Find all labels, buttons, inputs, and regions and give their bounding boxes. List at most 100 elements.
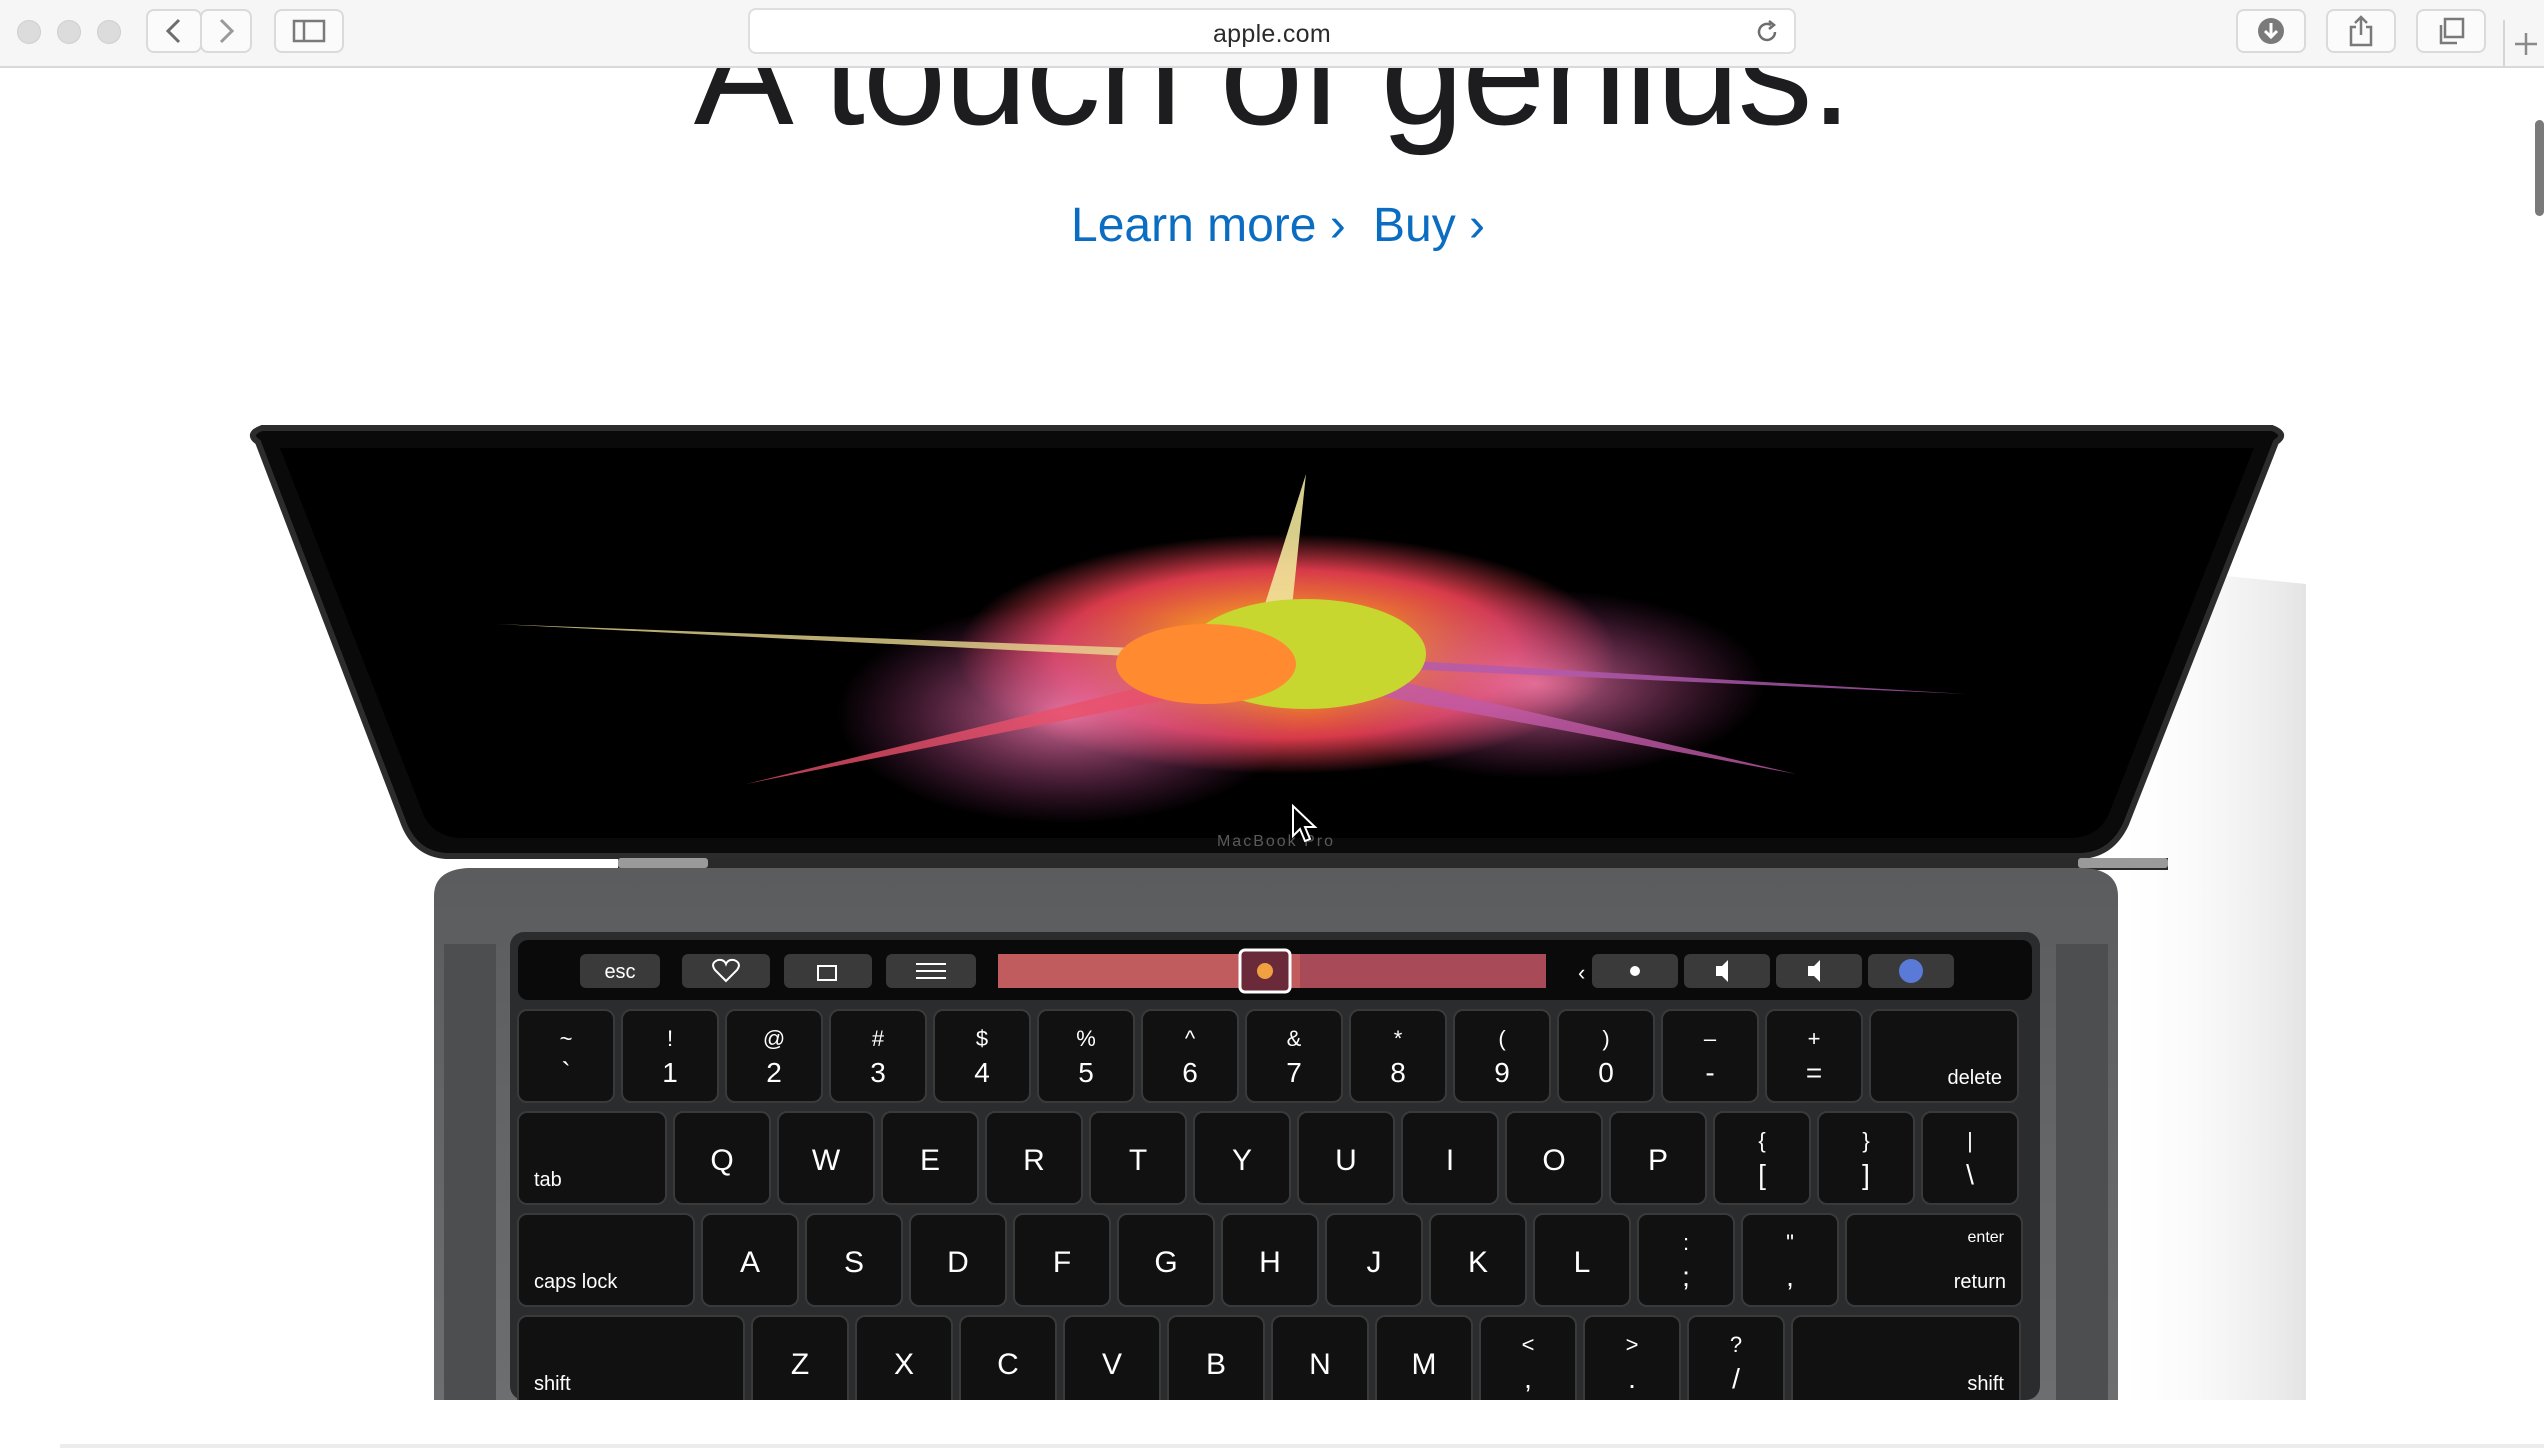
key-\[interactable]: |\ [1921, 1111, 2019, 1205]
page-scrollbar[interactable] [2535, 120, 2544, 216]
key-1[interactable]: !1 [621, 1009, 719, 1103]
key-label: J [1367, 1246, 1382, 1279]
key-label: L [1574, 1246, 1591, 1279]
key-o[interactable]: O [1505, 1111, 1603, 1205]
key-tab[interactable]: tab [517, 1111, 667, 1205]
key-label: 9 [1494, 1057, 1510, 1088]
zoom-window-button[interactable] [97, 20, 121, 44]
key-label: E [920, 1144, 940, 1177]
key-label: 4 [974, 1057, 990, 1088]
downloads-button[interactable] [2236, 9, 2306, 53]
learn-more-link[interactable]: Learn more › [1071, 198, 1346, 253]
key-[[interactable]: {[ [1713, 1111, 1811, 1205]
close-window-button[interactable] [17, 20, 41, 44]
key-g[interactable]: G [1117, 1213, 1215, 1307]
address-bar[interactable]: apple.com [748, 8, 1796, 54]
key-label: Y [1232, 1144, 1252, 1177]
key-d[interactable]: D [909, 1213, 1007, 1307]
touch-bar-adjust[interactable] [886, 954, 976, 988]
key-w[interactable]: W [777, 1111, 875, 1205]
key-label: G [1154, 1246, 1177, 1279]
key-f[interactable]: F [1013, 1213, 1111, 1307]
key-m[interactable]: M [1375, 1315, 1473, 1400]
touch-bar-mute[interactable] [1776, 954, 1862, 988]
key-`[interactable]: ~` [517, 1009, 615, 1103]
new-tab-button[interactable] [2503, 20, 2544, 68]
key-n[interactable]: N [1271, 1315, 1369, 1400]
key-label: return [1954, 1271, 2006, 1293]
key-b[interactable]: B [1167, 1315, 1265, 1400]
key-,[interactable]: ", [1741, 1213, 1839, 1307]
key-c[interactable]: C [959, 1315, 1057, 1400]
key-label: $ [976, 1026, 988, 1051]
touch-bar-siri[interactable] [1868, 954, 1954, 988]
key-q[interactable]: Q [673, 1111, 771, 1205]
key-shift[interactable]: shift [1791, 1315, 2021, 1400]
key-z[interactable]: Z [751, 1315, 849, 1400]
key-v[interactable]: V [1063, 1315, 1161, 1400]
key--[interactable]: –- [1661, 1009, 1759, 1103]
web-page: A touch of genius. Learn more › Buy › Ma… [0, 68, 2544, 1448]
forward-button[interactable] [200, 9, 252, 53]
key-label: Q [710, 1144, 733, 1177]
key-,[interactable]: <, [1479, 1315, 1577, 1400]
key-4[interactable]: $4 [933, 1009, 1031, 1103]
key-delete[interactable]: delete [1869, 1009, 2019, 1103]
key-return[interactable]: enter return [1845, 1213, 2023, 1307]
key-/[interactable]: ?/ [1687, 1315, 1785, 1400]
key-x[interactable]: X [855, 1315, 953, 1400]
buy-link[interactable]: Buy › [1373, 198, 1485, 253]
key-p[interactable]: P [1609, 1111, 1707, 1205]
key-=[interactable]: += [1765, 1009, 1863, 1103]
touch-bar-photo-scrubber[interactable] [998, 948, 1546, 994]
mouse-cursor-icon [1292, 804, 1318, 843]
key-t[interactable]: T [1089, 1111, 1187, 1205]
key-shift[interactable]: shift [517, 1315, 745, 1400]
hero-headline: A touch of genius. [693, 68, 1853, 156]
sidebar-button[interactable] [274, 9, 344, 53]
tabs-overview-button[interactable] [2416, 9, 2486, 53]
key-r[interactable]: R [985, 1111, 1083, 1205]
key-label: , [1524, 1363, 1532, 1394]
touch-bar-esc[interactable]: esc [580, 954, 660, 988]
key-.[interactable]: >. [1583, 1315, 1681, 1400]
key-2[interactable]: @2 [725, 1009, 823, 1103]
key-i[interactable]: I [1401, 1111, 1499, 1205]
touch-bar-brightness[interactable] [1592, 954, 1678, 988]
svg-text:‹: ‹ [1578, 960, 1585, 985]
key-y[interactable]: Y [1193, 1111, 1291, 1205]
share-button[interactable] [2326, 9, 2396, 53]
key-k[interactable]: K [1429, 1213, 1527, 1307]
key-u[interactable]: U [1297, 1111, 1395, 1205]
browser-toolbar: apple.com [0, 0, 2544, 68]
touch-bar-heart[interactable] [682, 954, 770, 988]
key-l[interactable]: L [1533, 1213, 1631, 1307]
chevron-left-icon [165, 18, 181, 44]
key-8[interactable]: *8 [1349, 1009, 1447, 1103]
back-button[interactable] [146, 9, 202, 53]
key-h[interactable]: H [1221, 1213, 1319, 1307]
key-;[interactable]: :; [1637, 1213, 1735, 1307]
key-s[interactable]: S [805, 1213, 903, 1307]
touch-bar-volume[interactable] [1684, 954, 1770, 988]
key-e[interactable]: E [881, 1111, 979, 1205]
key-6[interactable]: ^6 [1141, 1009, 1239, 1103]
key-5[interactable]: %5 [1037, 1009, 1135, 1103]
key-0[interactable]: )0 [1557, 1009, 1655, 1103]
key-j[interactable]: J [1325, 1213, 1423, 1307]
key-caps-lock[interactable]: caps lock [517, 1213, 695, 1307]
key-label: ~ [560, 1026, 573, 1051]
key-label: . [1628, 1363, 1636, 1394]
key-label: , [1786, 1261, 1794, 1292]
key-a[interactable]: A [701, 1213, 799, 1307]
key-][interactable]: }] [1817, 1111, 1915, 1205]
key-label: delete [1948, 1067, 2003, 1089]
key-7[interactable]: &7 [1245, 1009, 1343, 1103]
key-9[interactable]: (9 [1453, 1009, 1551, 1103]
key-3[interactable]: #3 [829, 1009, 927, 1103]
touch-bar-rotate[interactable] [784, 954, 872, 988]
minimize-window-button[interactable] [57, 20, 81, 44]
key-label: 5 [1078, 1057, 1094, 1088]
macbook-pro-image: MacBook Pro esc ‹ ~`!1@2#3$4%5^6&7*8(9)0… [249, 425, 2306, 1400]
reload-button[interactable] [1754, 19, 1780, 50]
